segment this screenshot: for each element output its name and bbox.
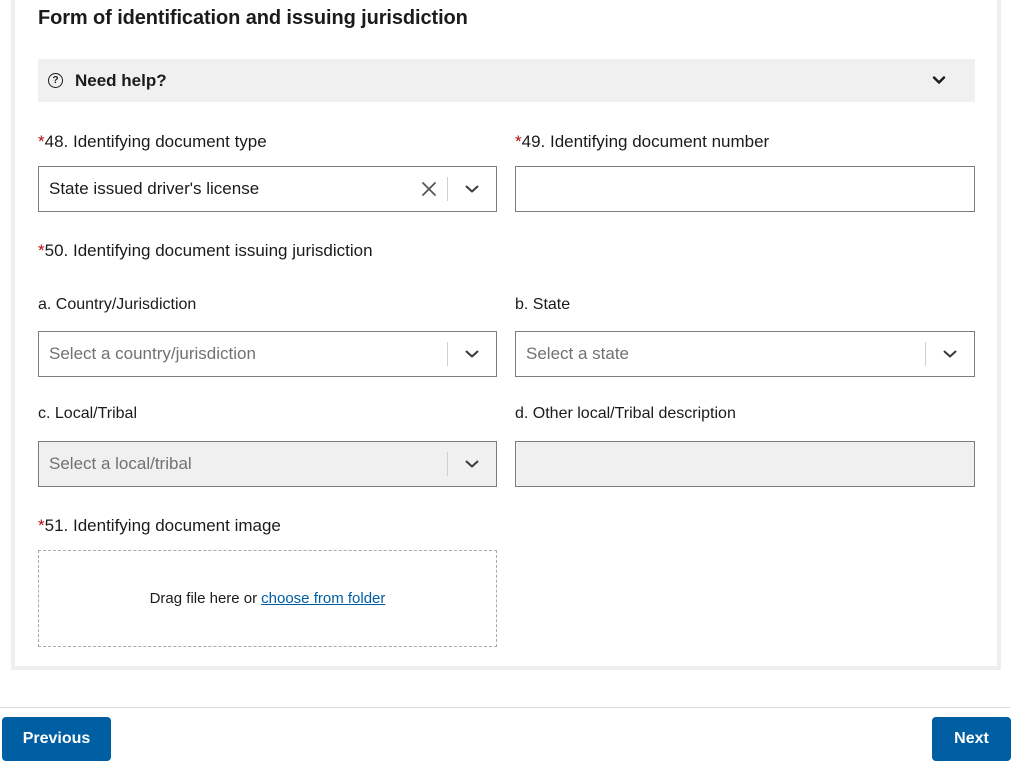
doc-type-label-text: 48. Identifying document type <box>44 132 267 151</box>
state-toggle[interactable] <box>926 332 974 376</box>
required-marker: * <box>38 132 45 151</box>
doc-image-label-text: 51. Identifying document image <box>44 516 281 535</box>
required-marker: * <box>38 516 45 535</box>
local-tribal-select[interactable]: Select a local/tribal <box>38 441 497 487</box>
local-tribal-placeholder: Select a local/tribal <box>49 454 192 473</box>
chevron-down-icon[interactable] <box>931 72 947 88</box>
country-placeholder: Select a country/jurisdiction <box>49 344 256 363</box>
doc-type-value: State issued driver's license <box>49 179 260 198</box>
required-marker: * <box>38 241 45 260</box>
section-title: Form of identification and issuing juris… <box>38 7 468 29</box>
country-label: a. Country/Jurisdiction <box>38 296 197 313</box>
country-toggle[interactable] <box>448 332 496 376</box>
local-tribal-label: c. Local/Tribal <box>38 405 137 422</box>
jurisdiction-label-text: 50. Identifying document issuing jurisdi… <box>44 241 373 260</box>
doc-type-toggle[interactable] <box>448 167 496 211</box>
previous-button[interactable]: Previous <box>2 717 111 761</box>
doc-number-field[interactable] <box>515 166 975 212</box>
footer-divider <box>0 707 1010 708</box>
doc-number-label-text: 49. Identifying document number <box>521 132 770 151</box>
close-icon <box>422 182 436 196</box>
chevron-down-icon <box>465 185 479 193</box>
drop-instructions: Drag file here or <box>149 590 258 607</box>
clear-selection-button[interactable] <box>411 167 447 211</box>
state-label: b. State <box>515 296 571 313</box>
need-help-label: Need help? <box>75 70 167 90</box>
state-placeholder: Select a state <box>526 344 630 363</box>
other-description-field[interactable] <box>515 441 975 487</box>
doc-number-label: *49. Identifying document number <box>515 132 769 152</box>
question-circle-icon: ? <box>48 73 63 88</box>
choose-from-folder-link[interactable]: choose from folder <box>261 590 385 607</box>
other-description-input[interactable] <box>516 442 974 486</box>
chevron-down-icon <box>465 460 479 468</box>
chevron-down-icon <box>465 350 479 358</box>
doc-number-input[interactable] <box>516 167 974 211</box>
doc-type-select[interactable]: State issued driver's license <box>38 166 497 212</box>
need-help-accordion[interactable]: ? Need help? <box>38 59 975 102</box>
state-select[interactable]: Select a state <box>515 331 975 377</box>
chevron-down-icon <box>943 350 957 358</box>
country-select[interactable]: Select a country/jurisdiction <box>38 331 497 377</box>
doc-type-label: *48. Identifying document type <box>38 132 267 152</box>
file-dropzone[interactable]: Drag file here or choose from folder <box>38 550 497 647</box>
next-button[interactable]: Next <box>932 717 1011 761</box>
local-tribal-toggle[interactable] <box>448 442 496 486</box>
other-description-label: d. Other local/Tribal description <box>515 405 736 422</box>
required-marker: * <box>515 132 522 151</box>
doc-image-label: *51. Identifying document image <box>38 516 281 536</box>
jurisdiction-label: *50. Identifying document issuing jurisd… <box>38 241 373 261</box>
